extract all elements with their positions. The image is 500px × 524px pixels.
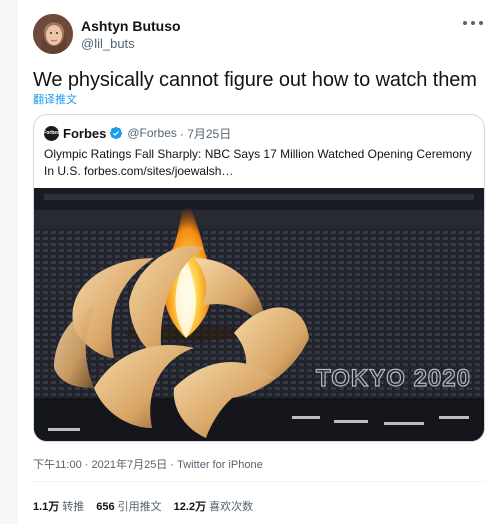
tokyo-2020-text: TOKYO 2020 bbox=[316, 365, 471, 392]
retweets-label: 转推 bbox=[62, 501, 85, 513]
likes-label: 喜欢次数 bbox=[209, 501, 254, 513]
quoted-author-name[interactable]: Forbes bbox=[63, 126, 106, 141]
divider bbox=[33, 481, 485, 482]
author-handle[interactable]: @lil_buts bbox=[81, 36, 135, 51]
tweet-source[interactable]: Twitter for iPhone bbox=[177, 459, 263, 471]
likes-stat[interactable]: 12.2万 喜欢次数 bbox=[174, 498, 253, 514]
author-name[interactable]: Ashtyn Butuso bbox=[81, 18, 181, 34]
quotes-label: 引用推文 bbox=[117, 501, 162, 513]
avatar-photo bbox=[33, 14, 73, 54]
retweets-stat[interactable]: 1.1万 转推 bbox=[33, 498, 84, 514]
dot bbox=[479, 21, 483, 25]
quoted-tweet[interactable]: Forbes Forbes @Forbes · 7月25日 Olympic Ra… bbox=[33, 114, 485, 442]
tweet-stats: 1.1万 转推 656 引用推文 12.2万 喜欢次数 bbox=[33, 498, 253, 514]
retweets-count: 1.1万 bbox=[33, 501, 60, 513]
dot bbox=[471, 21, 475, 25]
likes-count: 12.2万 bbox=[173, 501, 207, 513]
quoted-date: · 7月25日 bbox=[179, 126, 232, 141]
tweet-card: Ashtyn Butuso @lil_buts We physically ca… bbox=[16, 0, 500, 524]
tweet-header: Ashtyn Butuso @lil_buts bbox=[17, 14, 500, 58]
tweet-timestamp[interactable]: 下午11:00 · 2021年7月25日 · bbox=[33, 459, 177, 471]
forbes-avatar[interactable]: Forbes bbox=[43, 125, 60, 141]
quotes-stat[interactable]: 656 引用推文 bbox=[96, 498, 161, 514]
tweet-text: We physically cannot figure out how to w… bbox=[33, 69, 477, 91]
avatar[interactable] bbox=[33, 14, 73, 54]
quoted-author-handle[interactable]: @Forbes bbox=[127, 126, 177, 140]
tweet-meta: 下午11:00 · 2021年7月25日 · Twitter for iPhon… bbox=[33, 456, 263, 472]
olympic-cauldron-photo: TOKYO 2020 bbox=[34, 188, 484, 441]
verified-badge-icon bbox=[110, 126, 123, 140]
quotes-count: 656 bbox=[96, 501, 115, 513]
more-options-icon[interactable] bbox=[463, 16, 483, 30]
dot bbox=[463, 21, 467, 25]
quoted-tweet-image[interactable]: TOKYO 2020 bbox=[34, 188, 484, 441]
quoted-tweet-text: Olympic Ratings Fall Sharply: NBC Says 1… bbox=[44, 147, 472, 178]
quoted-tweet-header: Forbes Forbes @Forbes · 7月25日 bbox=[43, 125, 232, 141]
translate-tweet-link[interactable]: 翻译推文 bbox=[33, 91, 77, 107]
